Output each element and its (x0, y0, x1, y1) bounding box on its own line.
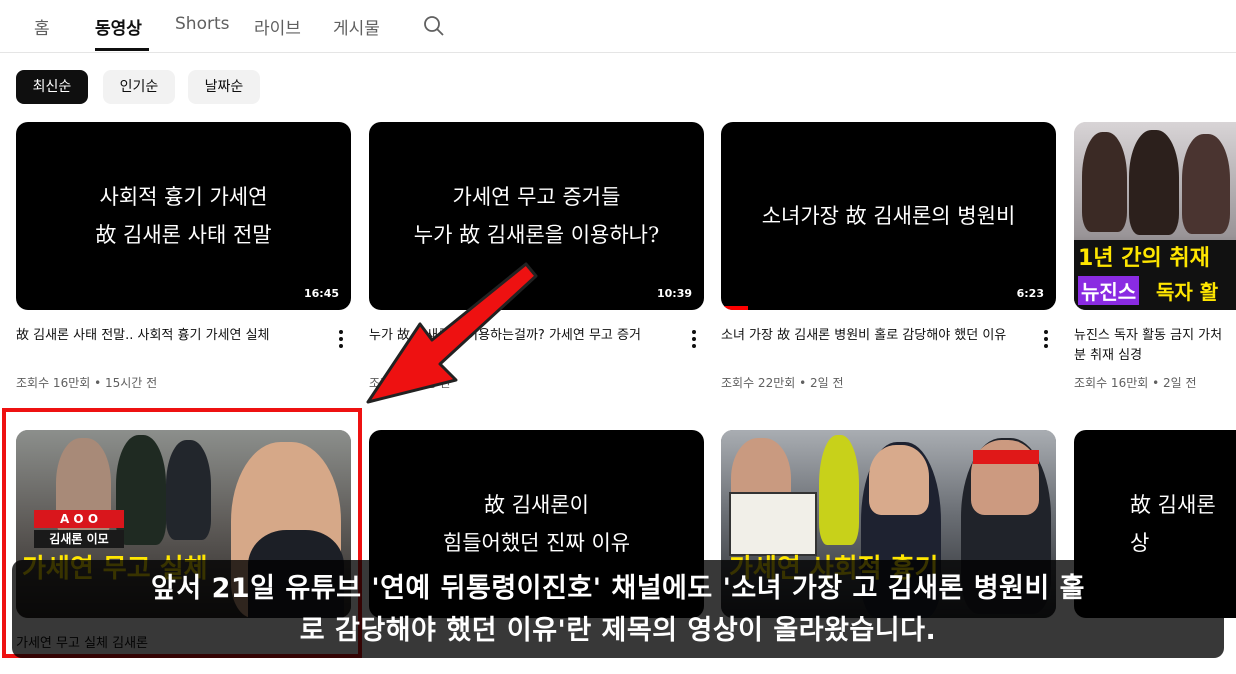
duration-badge: 6:23 (1012, 285, 1048, 302)
video-meta: 조회수 22만회 • 2일 전 (721, 376, 844, 390)
thumbnail-text: 뉴진스 (1078, 276, 1140, 305)
video-meta: 조회수 16만회 • 15시간 전 (16, 376, 158, 390)
tab-home[interactable]: 홈 (34, 14, 50, 39)
red-arrow-icon (366, 262, 538, 404)
thumbnail-text: 소녀가장 故 김새론의 병원비 (761, 204, 1016, 228)
chip-popular[interactable]: 인기순 (103, 70, 175, 104)
video-title[interactable]: 소녀 가장 故 김새론 병원비 홀로 감당해야 했던 이유 (721, 326, 1031, 366)
chip-oldest[interactable]: 날짜순 (188, 70, 260, 104)
chip-latest[interactable]: 최신순 (16, 70, 88, 104)
video-title[interactable]: 뉴진스 독자 활동 금지 가처분 취재 심경 (1074, 326, 1232, 366)
more-options-icon[interactable] (1038, 328, 1054, 350)
video-meta: 조회수 16만회 • 2일 전 (1074, 376, 1197, 390)
duration-badge: 16:45 (299, 285, 343, 302)
active-tab-indicator (95, 48, 149, 51)
video-title[interactable]: 故 김새론 사태 전말.. 사회적 흉기 가세연 실체 (16, 326, 326, 366)
search-icon[interactable] (422, 14, 446, 38)
watch-progress-bar (721, 306, 748, 310)
more-options-icon[interactable] (686, 328, 702, 350)
thumbnail-text: 故 김새론 상 (1130, 493, 1216, 555)
thumbnail-text: 故 김새론이 힘들어했던 진짜 이유 (442, 493, 631, 555)
tab-live[interactable]: 라이브 (254, 14, 301, 39)
thumbnail-text: 독자 활 (1156, 280, 1219, 304)
video-thumbnail[interactable]: 사회적 흉기 가세연 故 김새론 사태 전말 16:45 (16, 122, 351, 310)
thumbnail-text: 가세연 무고 증거들 누가 故 김새론을 이용하나? (413, 185, 660, 247)
channel-tabs: 홈 동영상 Shorts 라이브 게시물 (0, 0, 1236, 53)
tab-videos[interactable]: 동영상 (95, 14, 142, 39)
subtitle-caption: 앞서 21일 유튜브 '연예 뒤통령이진호' 채널에도 '소녀 가장 고 김새론… (12, 560, 1224, 658)
tab-posts[interactable]: 게시물 (333, 14, 380, 39)
video-thumbnail[interactable]: 소녀가장 故 김새론의 병원비 6:23 (721, 122, 1056, 310)
caption-text: 앞서 21일 유튜브 '연예 뒤통령이진호' 채널에도 '소녀 가장 고 김새론… (151, 573, 1085, 646)
duration-badge: 10:39 (652, 285, 696, 302)
thumbnail-text: 사회적 흉기 가세연 故 김새론 사태 전말 (95, 185, 272, 247)
video-thumbnail[interactable]: 1년 간의 취재 뉴진스 독자 활 (1074, 122, 1236, 310)
tab-shorts[interactable]: Shorts (175, 14, 229, 34)
more-options-icon[interactable] (333, 328, 349, 350)
thumbnail-text: 1년 간의 취재 (1078, 246, 1210, 271)
